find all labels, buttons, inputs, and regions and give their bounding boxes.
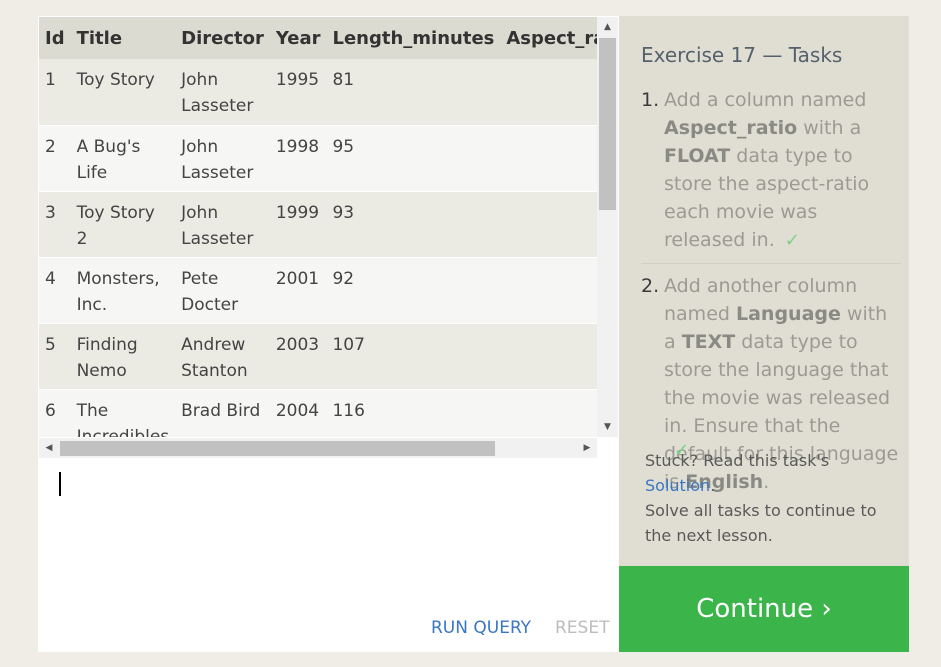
cell-year: 1999 [269,191,327,258]
table-header-row: Id Title Director Year Length_minutes As… [39,17,597,59]
horizontal-scrollbar[interactable]: ◀ ▶ [39,438,597,458]
cell-year: 2004 [269,389,327,437]
cell-aspect-ratio [500,389,597,437]
cell-year: 1995 [269,59,327,126]
cell-id: 6 [39,389,71,437]
results-table-viewport: Id Title Director Year Length_minutes As… [39,17,597,437]
scroll-up-arrow-icon[interactable]: ▲ [597,17,618,37]
cell-year: 2003 [269,323,327,390]
column-header-id: Id [39,17,71,59]
column-header-year: Year [269,17,327,59]
cell-title: Toy Story [70,59,176,126]
continue-button[interactable]: Continue › [619,566,909,652]
query-panel: Id Title Director Year Length_minutes As… [38,16,619,652]
cell-director: John Lasseter [175,125,270,192]
column-header-length-minutes: Length_minutes [326,17,501,59]
column-header-title: Title [70,17,176,59]
cell-id: 1 [39,59,71,126]
scroll-right-arrow-icon[interactable]: ▶ [577,438,597,458]
cell-year: 2001 [269,257,327,324]
cell-length: 116 [326,389,501,437]
cell-aspect-ratio [500,59,597,126]
vertical-scrollbar[interactable]: ▲ ▼ [597,17,618,437]
cell-aspect-ratio [500,125,597,192]
cell-title: Finding Nemo [70,323,176,390]
horizontal-scroll-thumb[interactable] [60,441,495,456]
task-item: 1. Add a column named Aspect_ratio with … [641,86,901,264]
solution-link[interactable]: Solution [645,476,710,495]
cell-id: 4 [39,257,71,324]
text-caret [59,472,61,496]
cell-aspect-ratio [500,257,597,324]
cell-id: 5 [39,323,71,390]
tasks-panel: Exercise 17 — Tasks 1. Add a column name… [619,16,909,652]
table-row: 3 Toy Story 2 John Lasseter 1999 93 [39,191,597,258]
stuck-help-text: Stuck? Read this task's Solution. Solve … [645,451,877,545]
cell-length: 95 [326,125,501,192]
cell-id: 3 [39,191,71,258]
scroll-down-arrow-icon[interactable]: ▼ [597,417,618,437]
cell-length: 107 [326,323,501,390]
table-row: 4 Monsters, Inc. Pete Docter 2001 92 [39,257,597,324]
cell-aspect-ratio [500,323,597,390]
cell-title: The Incredibles [70,389,176,437]
task-number: 1. [641,89,660,111]
cell-id: 2 [39,125,71,192]
cell-year: 1998 [269,125,327,192]
reset-button[interactable]: RESET [555,618,609,638]
column-header-aspect-ratio: Aspect_ratio [500,17,597,59]
cell-director: Andrew Stanton [175,323,270,390]
run-query-button[interactable]: RUN QUERY [431,618,531,638]
cell-title: Toy Story 2 [70,191,176,258]
cell-length: 93 [326,191,501,258]
cell-director: Pete Docter [175,257,270,324]
cell-director: John Lasseter [175,191,270,258]
tasks-title: Exercise 17 — Tasks [641,43,843,67]
table-row: 1 Toy Story John Lasseter 1995 81 [39,59,597,126]
cell-director: Brad Bird [175,389,270,437]
results-table: Id Title Director Year Length_minutes As… [39,17,597,437]
table-row: 2 A Bug's Life John Lasseter 1998 95 [39,125,597,192]
cell-length: 92 [326,257,501,324]
table-row: 5 Finding Nemo Andrew Stanton 2003 107 [39,323,597,390]
vertical-scroll-thumb[interactable] [599,38,616,210]
task-text: Add a column named Aspect_ratio with a F… [664,86,901,255]
cell-title: A Bug's Life [70,125,176,192]
cell-title: Monsters, Inc. [70,257,176,324]
scroll-left-arrow-icon[interactable]: ◀ [39,438,59,458]
cell-aspect-ratio [500,191,597,258]
query-editor[interactable]: RUN QUERY RESET [39,460,619,652]
column-header-director: Director [175,17,270,59]
table-row: 6 The Incredibles Brad Bird 2004 116 [39,389,597,437]
check-icon: ✓ [784,230,800,251]
cell-director: John Lasseter [175,59,270,126]
cell-length: 81 [326,59,501,126]
